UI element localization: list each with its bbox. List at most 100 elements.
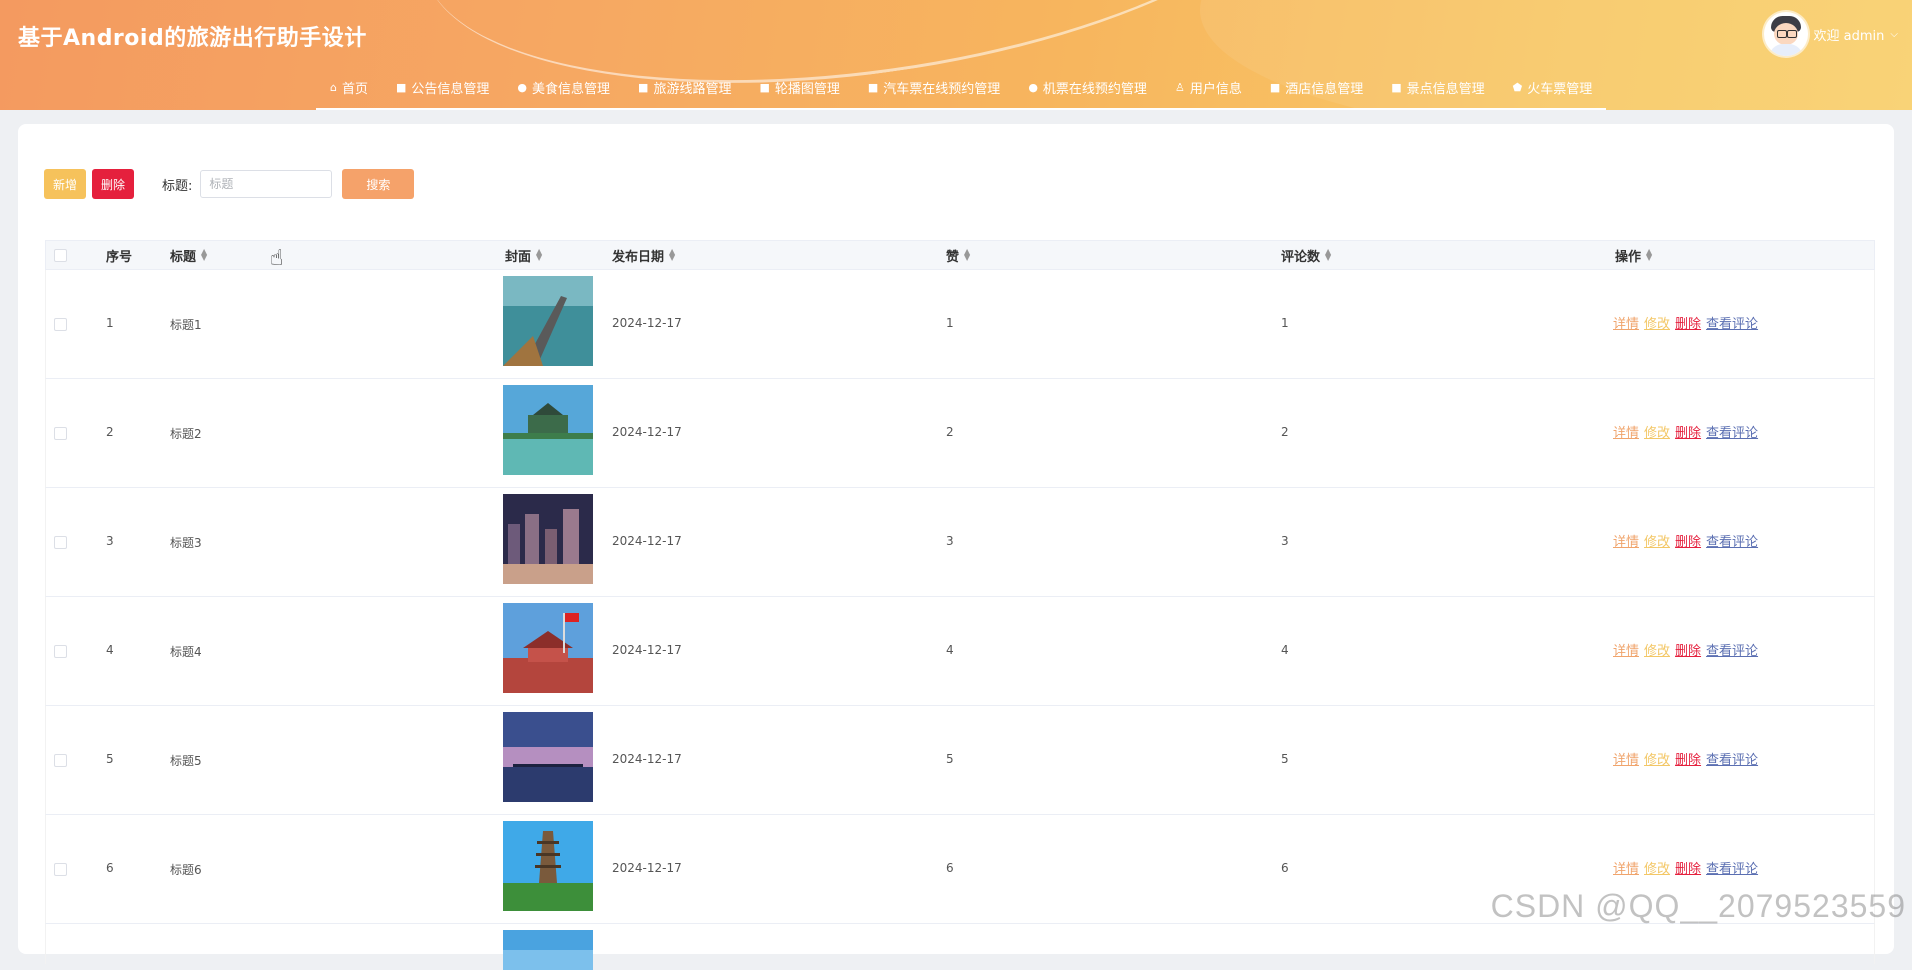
- select-all-checkbox[interactable]: [54, 248, 67, 262]
- header-likes[interactable]: 赞 ▲ ▼: [946, 246, 970, 265]
- row-actions: 详情 修改 删除 查看评论: [1613, 640, 1758, 659]
- row-checkbox[interactable]: [54, 863, 67, 876]
- row-date: 2024-12-17: [612, 643, 682, 657]
- detail-link[interactable]: 详情: [1613, 640, 1639, 659]
- title-search-input[interactable]: [200, 170, 333, 198]
- nav-item-9[interactable]: ■ 景点信息管理: [1377, 76, 1498, 98]
- view-comments-link[interactable]: 查看评论: [1706, 313, 1758, 332]
- user-menu[interactable]: 欢迎 admin ⌵: [1763, 12, 1898, 56]
- nav-item-8[interactable]: ■ 酒店信息管理: [1256, 76, 1377, 98]
- edit-link[interactable]: 修改: [1644, 640, 1670, 659]
- row-actions: 详情 修改 删除 查看评论: [1613, 858, 1758, 877]
- nav-item-label: 火车票管理: [1527, 81, 1593, 97]
- nav-item-7[interactable]: ♙ 用户信息: [1161, 76, 1256, 98]
- view-comments-link[interactable]: 查看评论: [1706, 531, 1758, 550]
- header-comments[interactable]: 评论数 ▲ ▼: [1281, 246, 1331, 265]
- food-icon: ●: [517, 80, 528, 94]
- delete-link[interactable]: 删除: [1675, 422, 1701, 441]
- sort-icon[interactable]: ▲ ▼: [536, 248, 542, 262]
- nav-item-6[interactable]: ● 机票在线预约管理: [1014, 76, 1161, 98]
- top-nav: ⌂ 首页 ■ 公告信息管理 ● 美食信息管理 ■ 旅游线路管理 ■ 轮播图管理 ■ 汽车票在线预约管理…: [316, 76, 1607, 110]
- view-comments-link[interactable]: 查看评论: [1706, 749, 1758, 768]
- nav-item-10[interactable]: ⬟ 火车票管理: [1499, 76, 1607, 98]
- delete-button[interactable]: 删除: [92, 169, 134, 199]
- delete-link[interactable]: 删除: [1675, 640, 1701, 659]
- nav-item-2[interactable]: ● 美食信息管理: [503, 76, 624, 98]
- row-checkbox[interactable]: [54, 427, 67, 440]
- row-comments: 4: [1281, 643, 1289, 657]
- row-checkbox[interactable]: [54, 645, 67, 658]
- row-likes: 2: [946, 425, 954, 439]
- edit-link[interactable]: 修改: [1644, 313, 1670, 332]
- table-row: [45, 924, 1875, 970]
- detail-link[interactable]: 详情: [1613, 749, 1639, 768]
- view-comments-link[interactable]: 查看评论: [1706, 422, 1758, 441]
- cover-image: [503, 712, 593, 802]
- row-comments: 1: [1281, 316, 1289, 330]
- header-cover[interactable]: 封面 ▲ ▼: [505, 246, 542, 265]
- detail-link[interactable]: 详情: [1613, 858, 1639, 877]
- app-header: 基于Android的旅游出行助手设计 欢迎 admin ⌵ ⌂ 首页 ■ 公告信息管理…: [0, 0, 1912, 110]
- table-row: 4 标题4 2024-12-17 4 4 详情 修改 删除 查看评论: [45, 597, 1875, 706]
- hotel-icon: ■: [1269, 80, 1281, 94]
- sort-icon[interactable]: ▲ ▼: [669, 248, 675, 262]
- delete-link[interactable]: 删除: [1675, 749, 1701, 768]
- row-comments: 3: [1281, 534, 1289, 548]
- sort-icon[interactable]: ▲ ▼: [964, 248, 970, 262]
- route-icon: ■: [638, 80, 649, 94]
- table-row: 3 标题3 2024-12-17 3 3 详情 修改 删除 查看评论: [45, 488, 1875, 597]
- row-title: 标题3: [170, 536, 202, 550]
- bus-icon: ■: [867, 80, 879, 94]
- header-title[interactable]: 标题 ▲ ▼: [170, 246, 207, 265]
- sort-icon[interactable]: ▲ ▼: [1325, 248, 1331, 262]
- avatar[interactable]: [1763, 12, 1808, 56]
- row-likes: 1: [946, 316, 954, 330]
- nav-item-1[interactable]: ■ 公告信息管理: [382, 76, 503, 98]
- delete-link[interactable]: 删除: [1675, 858, 1701, 877]
- nav-item-3[interactable]: ■ 旅游线路管理: [624, 76, 745, 98]
- detail-link[interactable]: 详情: [1613, 313, 1639, 332]
- edit-link[interactable]: 修改: [1644, 531, 1670, 550]
- nav-item-4[interactable]: ■ 轮播图管理: [745, 76, 853, 98]
- nav-item-0[interactable]: ⌂ 首页: [316, 76, 382, 98]
- edit-link[interactable]: 修改: [1644, 749, 1670, 768]
- header-ops[interactable]: 操作 ▲ ▼: [1615, 246, 1652, 265]
- row-actions: 详情 修改 删除 查看评论: [1613, 313, 1758, 332]
- row-checkbox[interactable]: [54, 536, 67, 549]
- row-likes: 3: [946, 534, 954, 548]
- detail-link[interactable]: 详情: [1613, 531, 1639, 550]
- nav-item-label: 酒店信息管理: [1285, 81, 1364, 97]
- user-icon: ♙: [1174, 80, 1185, 94]
- table-row: 2 标题2 2024-12-17 2 2 详情 修改 删除 查看评论: [45, 379, 1875, 488]
- row-title: 标题5: [170, 754, 202, 768]
- sort-icon[interactable]: ▲ ▼: [201, 248, 207, 262]
- delete-link[interactable]: 删除: [1675, 531, 1701, 550]
- row-title: 标题6: [170, 863, 202, 877]
- toolbar: 新增 删除 标题: 搜索: [44, 169, 415, 199]
- table-body: 1 标题1 2024-12-17 1 1 详情 修改 删除 查看评论 2 标题2 2024-12-17…: [45, 270, 1875, 924]
- edit-link[interactable]: 修改: [1644, 858, 1670, 877]
- nav-item-5[interactable]: ■ 汽车票在线预约管理: [854, 76, 1014, 98]
- header-date[interactable]: 发布日期 ▲ ▼: [612, 246, 675, 265]
- title-filter-label: 标题:: [162, 178, 193, 194]
- carousel-icon: ■: [759, 80, 770, 94]
- add-button[interactable]: 新增: [44, 169, 86, 199]
- sort-icon[interactable]: ▲ ▼: [1646, 248, 1652, 262]
- view-comments-link[interactable]: 查看评论: [1706, 640, 1758, 659]
- row-likes: 4: [946, 643, 954, 657]
- nav-item-label: 景点信息管理: [1406, 81, 1485, 97]
- row-checkbox[interactable]: [54, 318, 67, 331]
- detail-link[interactable]: 详情: [1613, 422, 1639, 441]
- data-table: 序号 标题 ▲ ▼ 封面 ▲ ▼ 发布日期 ▲ ▼ 赞 ▲ ▼ 评论数 ▲ ▼ 操作 ▲ ▼ 1 标题1 2…: [45, 240, 1875, 970]
- row-index: 2: [106, 425, 114, 439]
- search-button[interactable]: 搜索: [342, 169, 415, 199]
- delete-link[interactable]: 删除: [1675, 313, 1701, 332]
- row-date: 2024-12-17: [612, 752, 682, 766]
- chevron-down-icon[interactable]: ⌵: [1890, 29, 1898, 40]
- row-checkbox[interactable]: [54, 754, 67, 767]
- row-date: 2024-12-17: [612, 316, 682, 330]
- view-comments-link[interactable]: 查看评论: [1706, 858, 1758, 877]
- row-likes: 6: [946, 861, 954, 875]
- nav-item-label: 首页: [341, 81, 368, 97]
- edit-link[interactable]: 修改: [1644, 422, 1670, 441]
